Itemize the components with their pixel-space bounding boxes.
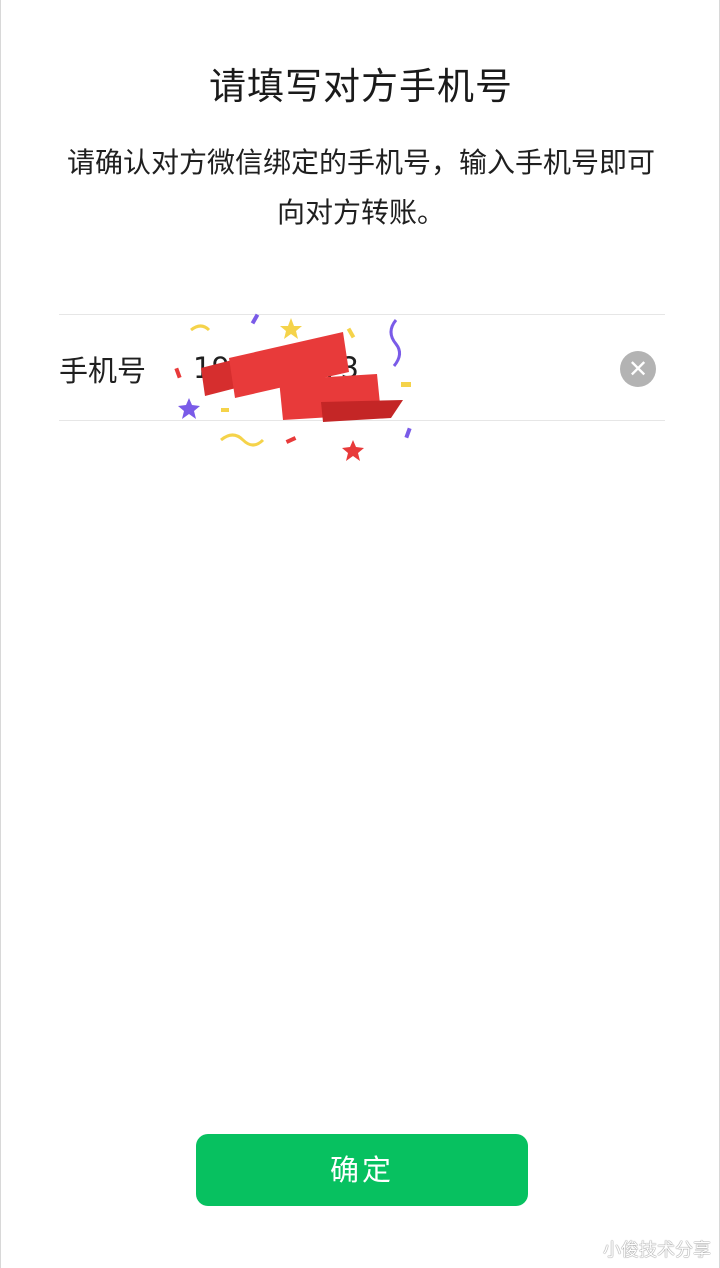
watermark: 小俊技术分享 — [603, 1240, 711, 1261]
transfer-phone-page: 请填写对方手机号 请确认对方微信绑定的手机号，输入手机号即可向对方转账。 手机号… — [0, 0, 720, 1268]
clear-icon[interactable]: ✕ — [620, 351, 656, 387]
phone-row[interactable]: 手机号 ✕ — [59, 315, 665, 420]
phone-input[interactable] — [193, 343, 593, 393]
page-title: 请填写对方手机号 — [209, 65, 513, 108]
page-description: 请确认对方微信绑定的手机号，输入手机号即可向对方转账。 — [66, 146, 655, 229]
divider-bottom — [59, 420, 665, 421]
phone-label: 手机号 — [59, 354, 147, 388]
confirm-button[interactable]: 确定 — [196, 1134, 528, 1206]
